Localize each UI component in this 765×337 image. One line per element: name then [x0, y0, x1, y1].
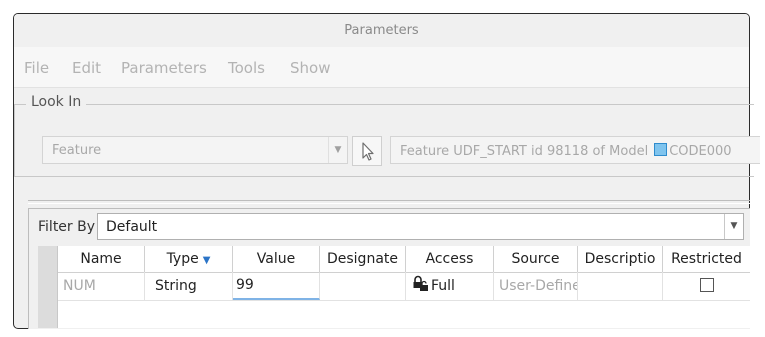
header-type[interactable]: Type ▼: [145, 246, 233, 272]
dropdown-arrow-icon: ▼: [328, 137, 347, 163]
menu-tools[interactable]: Tools: [228, 59, 265, 77]
header-name[interactable]: Name: [58, 246, 145, 272]
selection-text: Feature UDF_START id 98118 of Model CODE0…: [400, 143, 732, 159]
look-in-combo-value: Feature: [52, 143, 102, 158]
header-access[interactable]: Access: [406, 246, 494, 272]
window-title: Parameters: [344, 23, 419, 38]
table-row[interactable]: NUM String 99 Full User-Define: [58, 272, 750, 301]
filter-combo[interactable]: Default ▼: [97, 213, 744, 240]
lock-icon: [413, 275, 428, 291]
header-designate[interactable]: Designate: [320, 246, 406, 272]
cell-value-editor[interactable]: 99: [233, 272, 320, 300]
arrow-pointer-icon: [362, 142, 374, 161]
header-description[interactable]: Descriptio: [578, 246, 663, 272]
menu-bar: File Edit Parameters Tools Show: [14, 47, 749, 88]
cell-designate[interactable]: [320, 272, 406, 300]
look-in-combo[interactable]: Feature ▼: [42, 136, 348, 164]
cell-access-label: Full: [431, 278, 455, 294]
menu-show[interactable]: Show: [290, 59, 330, 77]
selection-field: Feature UDF_START id 98118 of Model CODE0…: [390, 136, 760, 164]
header-value[interactable]: Value: [233, 246, 320, 272]
model-name: CODE000: [669, 144, 732, 159]
row-header-column: [38, 246, 58, 328]
menu-edit[interactable]: Edit: [72, 59, 101, 77]
table-header: Name Type ▼ Value Designate Access Source…: [58, 246, 750, 273]
select-item-button[interactable]: [352, 136, 382, 166]
look-in-legend: Look In: [26, 94, 87, 110]
dropdown-arrow-icon: ▼: [724, 214, 743, 239]
header-restricted[interactable]: Restricted: [663, 246, 750, 272]
title-bar[interactable]: Parameters: [14, 14, 749, 47]
cell-restricted[interactable]: [663, 272, 750, 300]
selection-description: Feature UDF_START id 98118 of Model: [400, 144, 649, 159]
section-separator: [28, 200, 750, 204]
cell-name[interactable]: NUM: [58, 272, 145, 300]
header-source[interactable]: Source: [494, 246, 578, 272]
restricted-checkbox[interactable]: [699, 278, 714, 292]
menu-file[interactable]: File: [24, 59, 49, 77]
sort-filter-icon: ▼: [202, 255, 211, 266]
parameters-table: Name Type ▼ Value Designate Access Source…: [38, 246, 750, 328]
filter-value: Default: [106, 219, 158, 235]
cell-type[interactable]: String: [145, 272, 233, 300]
part-icon: [654, 143, 668, 156]
menu-parameters[interactable]: Parameters: [121, 59, 207, 77]
cell-description[interactable]: [578, 272, 663, 300]
filter-label: Filter By: [38, 219, 96, 235]
cell-source[interactable]: User-Define: [494, 272, 578, 300]
cell-access[interactable]: Full: [406, 272, 494, 300]
header-type-label: Type: [166, 251, 199, 267]
